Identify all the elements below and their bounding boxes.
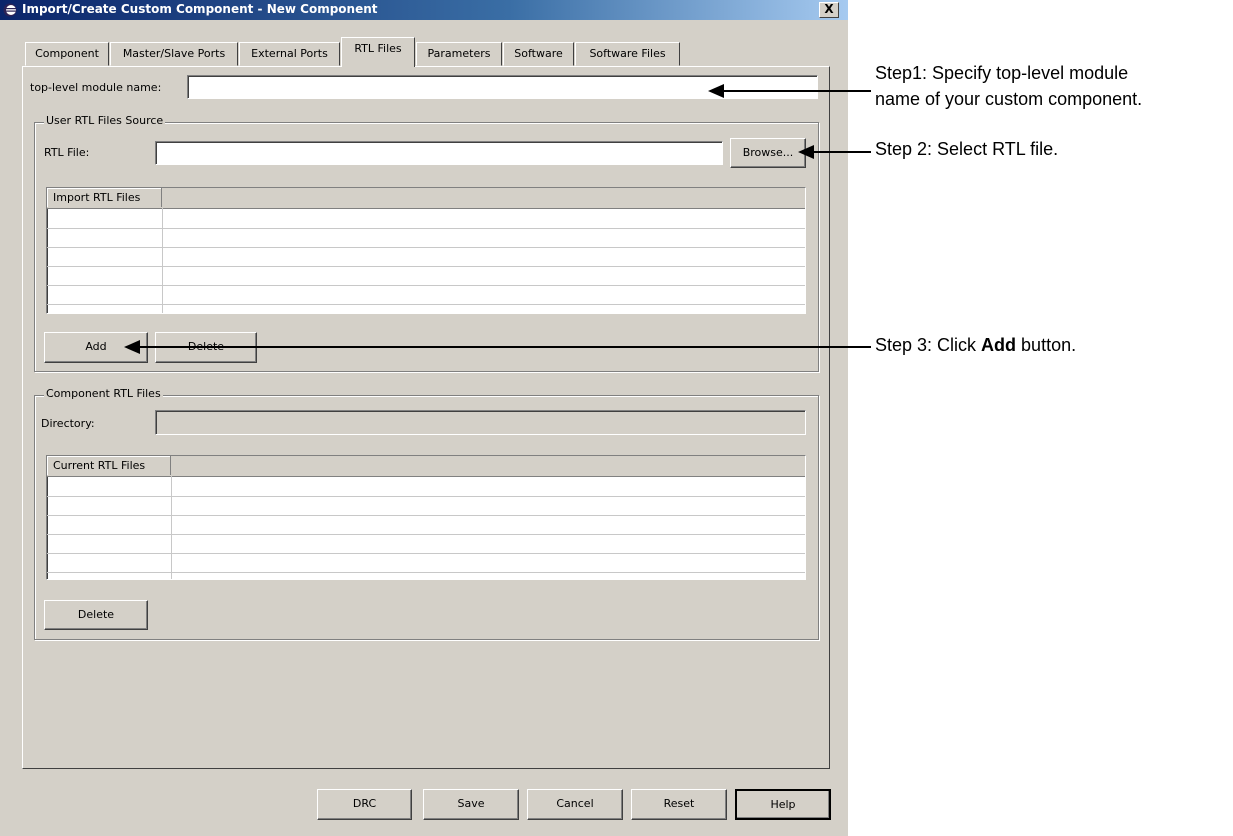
step1-text-line1: Step1: Specify top-level module: [875, 63, 1129, 83]
step1-arrowhead: [708, 84, 724, 98]
step2-text: Step 2: Select RTL file.: [875, 139, 1059, 159]
tab-rtl-files[interactable]: RTL Files: [341, 37, 415, 67]
step3-text: Step 3: Click Add button.: [875, 335, 1076, 356]
step3-arrowhead: [124, 340, 140, 354]
callout-arrows: [124, 84, 871, 354]
step3-bold: Add: [981, 335, 1017, 355]
step3-suffix: button.: [1016, 335, 1077, 355]
step2-arrowhead: [798, 145, 814, 159]
step1-text-line2: name of your custom component.: [875, 89, 1143, 109]
step3-prefix: Step 3: Click: [875, 335, 982, 355]
